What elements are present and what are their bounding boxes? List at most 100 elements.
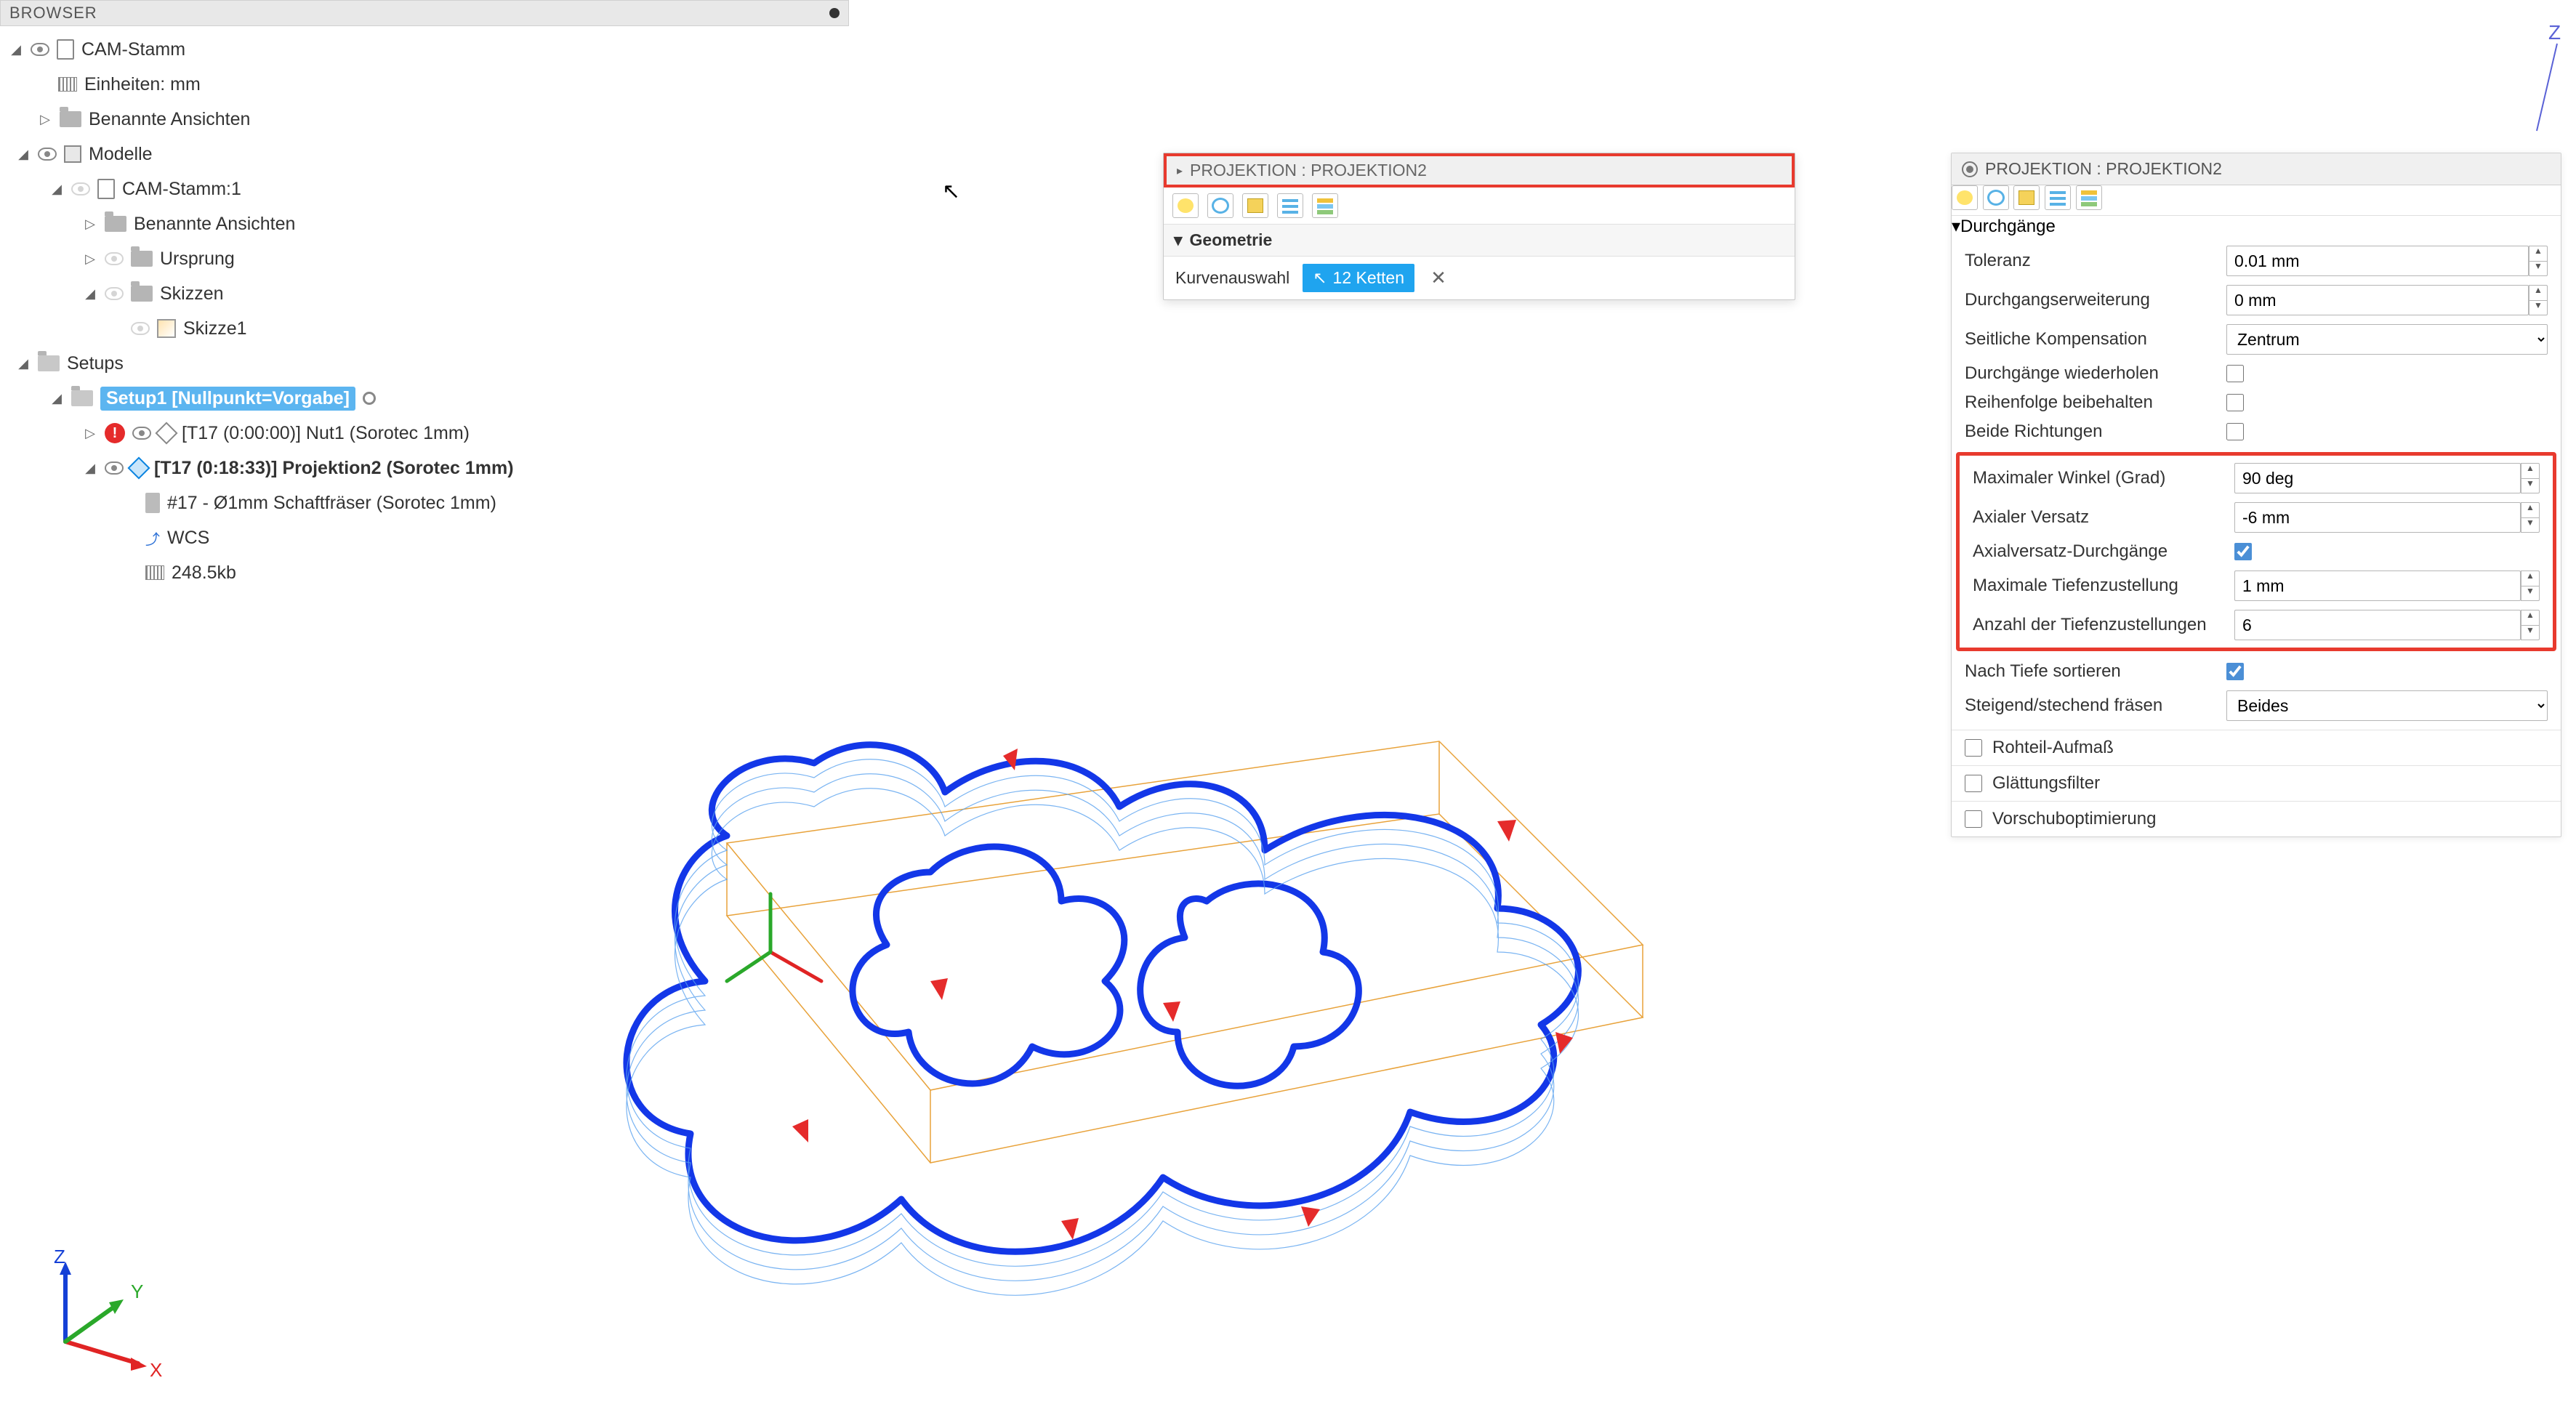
reihenfolge-checkbox[interactable] [2226, 394, 2244, 411]
nach-tiefe-checkbox[interactable] [2226, 663, 2244, 680]
section-passes[interactable]: ▾Durchgänge [1952, 216, 2561, 237]
spin-up[interactable]: ▲ [2529, 246, 2547, 262]
richtungen-checkbox[interactable] [2226, 423, 2244, 440]
view-indicator[interactable]: Z [2521, 22, 2572, 153]
ax-durch-checkbox[interactable] [2234, 543, 2252, 560]
visibility-icon[interactable] [105, 287, 124, 300]
kompensation-select[interactable]: Zentrum [2226, 324, 2548, 355]
tree-size[interactable]: 248.5kb [0, 555, 849, 590]
tree-setups[interactable]: ◢Setups [0, 346, 849, 381]
spin-down[interactable]: ▼ [2521, 479, 2539, 493]
tree-origin[interactable]: ▷Ursprung [0, 241, 849, 276]
spin-up[interactable]: ▲ [2521, 503, 2539, 518]
panel-menu-icon[interactable] [829, 8, 840, 18]
panel-title[interactable]: PROJEKTION : PROJEKTION2 [1952, 153, 2561, 185]
cursor-icon: ↖ [1313, 268, 1327, 288]
dialog-section-geometry[interactable]: ▾Geometrie [1164, 225, 1795, 257]
tab-linking-icon[interactable] [2076, 185, 2102, 210]
row-anz-tief: Anzahl der Tiefenzustellungen▲▼ [1960, 605, 2553, 645]
ruler-icon [58, 77, 77, 92]
rohteil-checkbox[interactable] [1965, 739, 1982, 757]
glaettung-checkbox[interactable] [1965, 775, 1982, 792]
spin-down[interactable]: ▼ [2521, 626, 2539, 640]
tab-tool-icon[interactable] [1172, 193, 1199, 218]
spin-up[interactable]: ▲ [2529, 286, 2547, 301]
tree-units[interactable]: Einheiten: mm [0, 67, 849, 102]
browser-tree: ◢CAM-Stamm Einheiten: mm ▷Benannte Ansic… [0, 26, 849, 596]
mouse-cursor-icon: ↖ [942, 179, 960, 204]
toleranz-input[interactable] [2226, 246, 2529, 276]
spin-down[interactable]: ▼ [2521, 586, 2539, 601]
panel-tab-row [1952, 185, 2561, 216]
visibility-icon[interactable] [131, 322, 150, 335]
spin-down[interactable]: ▼ [2529, 262, 2547, 276]
wiederholen-checkbox[interactable] [2226, 365, 2244, 382]
tab-tool-icon[interactable] [1952, 185, 1978, 210]
spin-up[interactable]: ▲ [2521, 571, 2539, 586]
browser-title: BROWSER [9, 4, 97, 23]
ax-versatz-input[interactable] [2234, 502, 2521, 533]
erweiterung-input[interactable] [2226, 285, 2529, 315]
sketch-icon [157, 319, 176, 338]
tree-named-views[interactable]: ▷Benannte Ansichten [0, 102, 849, 137]
spin-down[interactable]: ▼ [2529, 301, 2547, 315]
max-tief-input[interactable] [2234, 571, 2521, 601]
tree-op1[interactable]: ▷![T17 (0:00:00)] Nut1 (Sorotec 1mm) [0, 416, 849, 451]
gear-icon [1962, 161, 1978, 177]
tree-model-child[interactable]: ◢CAM-Stamm:1 [0, 172, 849, 206]
projection-dialog: ▸PROJEKTION : PROJEKTION2 ▾Geometrie Kur… [1163, 153, 1795, 300]
section-glaettung[interactable]: Glättungsfilter [1952, 765, 2561, 801]
cube-icon [64, 145, 81, 163]
axis-gizmo[interactable]: Z Y X [22, 1233, 167, 1378]
tree-sketches[interactable]: ◢Skizzen [0, 276, 849, 311]
axis-y-label: Y [131, 1281, 143, 1302]
active-setup-icon[interactable] [363, 392, 376, 405]
tree-sketch1[interactable]: Skizze1 [0, 311, 849, 346]
alert-icon: ! [105, 423, 125, 443]
tab-passes-icon[interactable] [1277, 193, 1303, 218]
axis-x-label: X [150, 1359, 162, 1381]
spin-down[interactable]: ▼ [2521, 518, 2539, 533]
folder-icon [60, 111, 81, 127]
visibility-icon[interactable] [38, 148, 57, 161]
steigend-select[interactable]: Beides [2226, 690, 2548, 721]
tab-heights-icon[interactable] [2013, 185, 2040, 210]
browser-header[interactable]: BROWSER [0, 0, 849, 26]
visibility-icon[interactable] [31, 43, 49, 56]
row-max-winkel: Maximaler Winkel (Grad)▲▼ [1960, 459, 2553, 498]
tree-wcs[interactable]: ⤴WCS [0, 520, 849, 555]
tree-setup1[interactable]: ◢Setup1 [Nullpunkt=Vorgabe] [0, 381, 849, 416]
tab-geometry-icon[interactable] [1207, 193, 1233, 218]
visibility-icon[interactable] [71, 182, 90, 195]
folder-icon [131, 286, 153, 302]
tree-child-named-views[interactable]: ▷Benannte Ansichten [0, 206, 849, 241]
clear-selection-button[interactable]: ✕ [1428, 267, 1449, 289]
operation-icon [127, 456, 150, 479]
row-erweiterung: Durchgangserweiterung▲▼ [1952, 281, 2561, 320]
max-winkel-input[interactable] [2234, 463, 2521, 493]
visibility-icon[interactable] [105, 461, 124, 475]
section-vorschub[interactable]: Vorschuboptimierung [1952, 801, 2561, 836]
selection-chip[interactable]: ↖12 Ketten [1303, 264, 1414, 292]
section-rohteil[interactable]: Rohteil-Aufmaß [1952, 730, 2561, 765]
tree-op2[interactable]: ◢[T17 (0:18:33)] Projektion2 (Sorotec 1m… [0, 451, 849, 485]
row-reihenfolge: Reihenfolge beibehalten [1952, 388, 2561, 417]
tab-linking-icon[interactable] [1312, 193, 1338, 218]
tree-tool[interactable]: #17 - Ø1mm Schaftfräser (Sorotec 1mm) [0, 485, 849, 520]
tree-models[interactable]: ◢Modelle [0, 137, 849, 172]
visibility-icon[interactable] [132, 427, 151, 440]
tab-passes-icon[interactable] [2045, 185, 2071, 210]
stats-icon [145, 565, 164, 580]
spin-up[interactable]: ▲ [2521, 610, 2539, 626]
tree-root[interactable]: ◢CAM-Stamm [0, 32, 849, 67]
curve-selection-row: Kurvenauswahl ↖12 Ketten ✕ [1164, 257, 1795, 299]
visibility-icon[interactable] [105, 252, 124, 265]
anz-tief-input[interactable] [2234, 610, 2521, 640]
tab-heights-icon[interactable] [1242, 193, 1268, 218]
endmill-icon [145, 493, 160, 513]
spin-up[interactable]: ▲ [2521, 464, 2539, 479]
viewport-3d[interactable] [552, 640, 1715, 1395]
vorschub-checkbox[interactable] [1965, 810, 1982, 828]
dialog-title[interactable]: ▸PROJEKTION : PROJEKTION2 [1164, 153, 1795, 188]
tab-geometry-icon[interactable] [1983, 185, 2009, 210]
